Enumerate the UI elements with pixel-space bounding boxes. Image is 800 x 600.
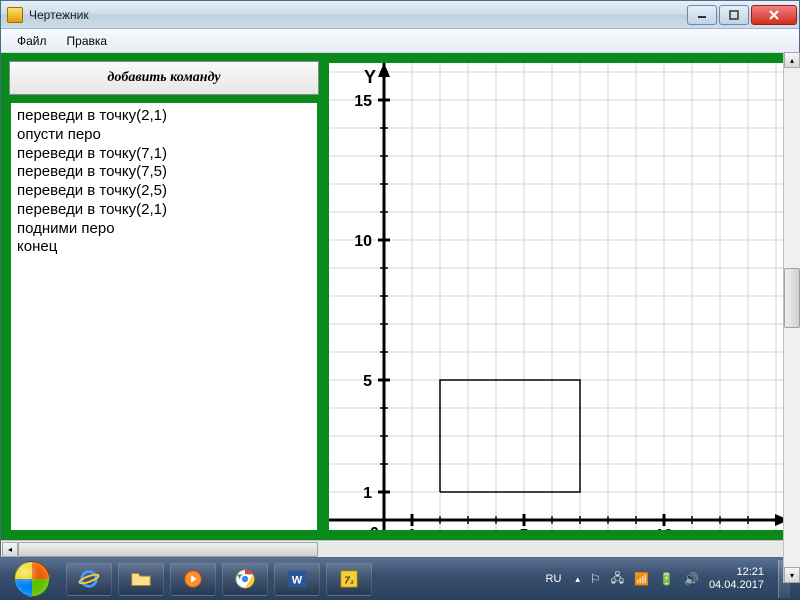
taskbar-chrome[interactable] bbox=[222, 562, 268, 596]
command-line[interactable]: переведи в точку(2,1) bbox=[17, 201, 311, 220]
taskbar-word[interactable]: W bbox=[274, 562, 320, 596]
svg-text:15: 15 bbox=[354, 93, 372, 110]
svg-text:10: 10 bbox=[655, 527, 673, 530]
add-command-button[interactable]: добавить команду bbox=[9, 61, 319, 95]
app-window: Чертежник Файл Правка добавить команду п… bbox=[0, 0, 800, 558]
window-title: Чертежник bbox=[29, 8, 687, 22]
start-button[interactable] bbox=[4, 560, 60, 598]
svg-text:5: 5 bbox=[520, 527, 529, 530]
vscroll-thumb[interactable] bbox=[784, 268, 800, 328]
window-controls bbox=[687, 5, 797, 25]
ie-icon bbox=[78, 568, 100, 590]
horizontal-scrollbar[interactable]: ◂ ▸ bbox=[1, 540, 799, 557]
menu-edit[interactable]: Правка bbox=[57, 31, 118, 51]
flag-icon[interactable]: ⚐ bbox=[590, 572, 601, 586]
clock-date: 04.04.2017 bbox=[709, 579, 764, 592]
tray-overflow-icon[interactable]: ▴ bbox=[575, 574, 580, 585]
svg-text:5: 5 bbox=[363, 373, 372, 390]
battery-icon[interactable]: 🔋 bbox=[659, 572, 674, 586]
titlebar[interactable]: Чертежник bbox=[1, 1, 799, 29]
command-line[interactable]: переведи в точку(7,5) bbox=[17, 163, 311, 182]
command-line[interactable]: конец bbox=[17, 238, 311, 257]
command-line[interactable]: опусти перо bbox=[17, 126, 311, 145]
app-icon bbox=[7, 7, 23, 23]
drawing-canvas: Y1510151510150 bbox=[329, 63, 789, 530]
word-icon: W bbox=[286, 568, 308, 590]
clock[interactable]: 12:21 04.04.2017 bbox=[709, 566, 764, 591]
svg-text:0: 0 bbox=[370, 525, 379, 530]
svg-text:10: 10 bbox=[354, 233, 372, 250]
taskbar-media[interactable] bbox=[170, 562, 216, 596]
system-tray: RU ▴ ⚐ 🖧 📶 🔋 🔊 12:21 04.04.2017 bbox=[542, 560, 797, 598]
volume-icon[interactable]: 🔊 bbox=[684, 572, 699, 586]
scroll-left-button[interactable]: ◂ bbox=[2, 542, 18, 557]
scroll-up-button[interactable]: ▴ bbox=[784, 52, 800, 68]
taskbar-ie[interactable] bbox=[66, 562, 112, 596]
scroll-thumb[interactable] bbox=[18, 542, 318, 557]
network-icon[interactable]: 📶 bbox=[634, 572, 649, 586]
maximize-button[interactable] bbox=[719, 5, 749, 25]
minimize-icon bbox=[697, 10, 707, 20]
command-line[interactable]: переведи в точку(2,1) bbox=[17, 107, 311, 126]
vscroll-track[interactable] bbox=[784, 68, 800, 567]
taskbar-app[interactable]: 7₃ bbox=[326, 562, 372, 596]
taskbar-explorer[interactable] bbox=[118, 562, 164, 596]
command-line[interactable]: переведи в точку(2,5) bbox=[17, 182, 311, 201]
close-icon bbox=[768, 10, 780, 20]
menubar: Файл Правка bbox=[1, 29, 799, 53]
client-area: добавить команду переведи в точку(2,1)оп… bbox=[1, 53, 799, 540]
close-button[interactable] bbox=[751, 5, 797, 25]
svg-text:Y: Y bbox=[364, 67, 376, 87]
clock-time: 12:21 bbox=[709, 566, 764, 579]
canvas-pane[interactable]: Y1510151510150 bbox=[327, 61, 791, 532]
maximize-icon bbox=[729, 10, 739, 20]
media-player-icon bbox=[182, 568, 204, 590]
command-list[interactable]: переведи в точку(2,1)опусти перопереведи… bbox=[9, 101, 319, 532]
command-line[interactable]: переведи в точку(7,1) bbox=[17, 145, 311, 164]
scroll-down-button[interactable]: ▾ bbox=[784, 567, 800, 583]
left-pane: добавить команду переведи в точку(2,1)оп… bbox=[9, 61, 319, 532]
folder-icon bbox=[130, 568, 152, 590]
language-indicator[interactable]: RU bbox=[542, 571, 566, 587]
bluetooth-icon[interactable]: 🖧 bbox=[611, 569, 624, 590]
chrome-icon bbox=[234, 568, 256, 590]
vertical-scrollbar[interactable]: ▴ ▾ bbox=[783, 52, 800, 583]
menu-file[interactable]: Файл bbox=[7, 31, 57, 51]
command-line[interactable]: подними перо bbox=[17, 220, 311, 239]
scroll-track[interactable] bbox=[18, 542, 783, 557]
minimize-button[interactable] bbox=[687, 5, 717, 25]
svg-text:1: 1 bbox=[363, 485, 372, 502]
svg-text:W: W bbox=[292, 575, 303, 587]
svg-text:1: 1 bbox=[408, 527, 417, 530]
svg-text:7₃: 7₃ bbox=[344, 576, 354, 587]
app-taskbar-icon: 7₃ bbox=[338, 568, 360, 590]
taskbar[interactable]: W 7₃ RU ▴ ⚐ 🖧 📶 🔋 🔊 12:21 04.04.2017 bbox=[0, 558, 800, 600]
windows-orb-icon bbox=[14, 561, 50, 597]
